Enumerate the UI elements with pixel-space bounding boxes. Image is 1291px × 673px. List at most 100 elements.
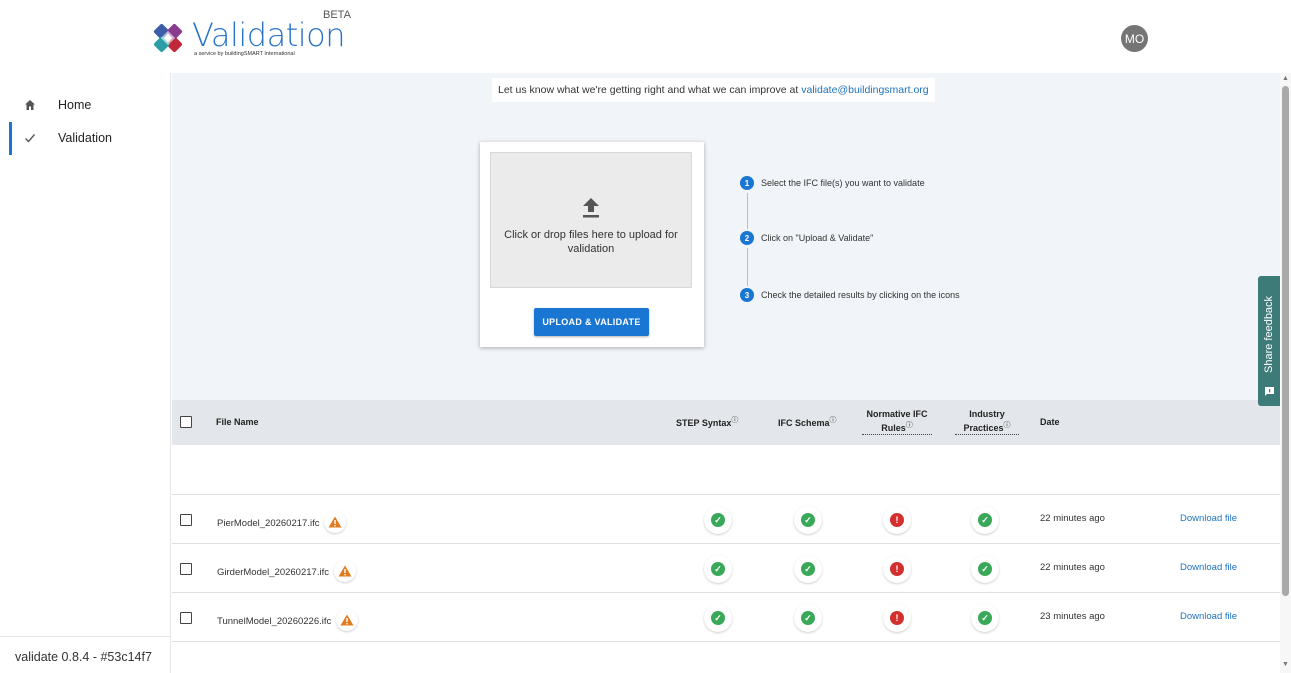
download-file-link[interactable]: Download file [1180,562,1237,573]
download-file-link[interactable]: Download file [1180,611,1237,622]
industry-practices-status[interactable]: ✓ [971,604,999,632]
warning-icon[interactable] [333,560,356,582]
file-name: TunnelModel_20260226.ifc [217,615,332,627]
step-3: 3 Check the detailed results by clicking… [740,288,960,302]
feedback-text: Let us know what we're getting right and… [498,84,799,96]
ifc-schema-status[interactable]: ✓ [794,604,822,632]
step-number: 2 [740,231,754,245]
version-label: validate 0.8.4 - #53c14f7 [0,636,170,673]
error-circle-icon: ! [890,513,904,527]
column-step-syntax[interactable]: STEP Syntaxⓘ [676,415,738,429]
column-industry-practices[interactable]: Industry Practicesⓘ [955,409,1019,435]
table-row[interactable]: GirderModel_20260217.ifc ✓ ✓ ! ✓ 22 minu… [172,544,1280,593]
sidebar-item-label: Validation [58,131,112,145]
row-checkbox[interactable] [180,563,192,575]
file-name: GirderModel_20260217.ifc [217,566,329,578]
home-icon [23,99,37,111]
upload-validate-button[interactable]: UPLOAD & VALIDATE [534,308,649,336]
page-scrollbar[interactable]: ▲ ▼ [1280,73,1291,673]
upload-section: Let us know what we're getting right and… [172,73,1280,400]
step-text: Select the IFC file(s) you want to valid… [761,178,925,188]
upload-date: 23 minutes ago [1040,611,1105,622]
file-name-cell: TunnelModel_20260226.ifc [217,609,359,631]
row-checkbox[interactable] [180,514,192,526]
logo-subtitle: a service by buildingSMART International [194,51,295,57]
step-syntax-status[interactable]: ✓ [704,555,732,583]
warning-icon[interactable] [324,511,347,533]
check-circle-icon: ✓ [978,611,992,625]
drop-zone-text: Click or drop files here to upload for v… [504,229,678,255]
check-circle-icon: ✓ [801,562,815,576]
column-ifc-schema[interactable]: IFC Schemaⓘ [778,415,837,429]
step-text: Check the detailed results by clicking o… [761,290,960,300]
column-label: IFC Schema [778,418,830,428]
sidebar-item-validation[interactable]: Validation [0,122,170,155]
upload-date: 22 minutes ago [1040,562,1105,573]
step-text: Click on "Upload & Validate" [761,233,874,243]
chat-bubble-icon [1264,384,1275,396]
error-circle-icon: ! [890,562,904,576]
column-label: Rules [881,423,906,433]
upload-icon [581,196,601,220]
upload-card: Click or drop files here to upload for v… [480,142,704,347]
logo-title: Validation [192,16,346,54]
select-all-checkbox[interactable] [180,416,192,428]
normative-rules-status[interactable]: ! [883,604,911,632]
check-circle-icon: ✓ [711,562,725,576]
share-feedback-tab[interactable]: Share feedback [1258,276,1280,406]
column-label: Normative IFC [866,409,928,419]
step-connector [747,193,748,229]
sidebar: Home Validation validate 0.8.4 - #53c14f… [0,73,171,673]
step-2: 2 Click on "Upload & Validate" [740,231,873,245]
normative-rules-status[interactable]: ! [883,506,911,534]
step-number: 1 [740,176,754,190]
sidebar-item-label: Home [58,98,92,112]
buildingsmart-logo-icon [148,18,188,58]
scroll-up-icon[interactable]: ▲ [1282,75,1289,82]
ifc-schema-status[interactable]: ✓ [794,555,822,583]
beta-badge: BETA [323,9,351,21]
file-name: PierModel_20260217.ifc [217,517,320,529]
info-icon[interactable]: ⓘ [731,417,738,424]
normative-rules-status[interactable]: ! [883,555,911,583]
info-icon[interactable]: ⓘ [830,417,837,424]
step-number: 3 [740,288,754,302]
check-circle-icon: ✓ [711,513,725,527]
error-circle-icon: ! [890,611,904,625]
industry-practices-status[interactable]: ✓ [971,506,999,534]
info-icon[interactable]: ⓘ [1004,422,1011,429]
validation-logo[interactable]: Validation a service by buildingSMART In… [148,16,346,58]
industry-practices-status[interactable]: ✓ [971,555,999,583]
ifc-schema-status[interactable]: ✓ [794,506,822,534]
file-name-cell: PierModel_20260217.ifc [217,511,347,533]
sidebar-item-home[interactable]: Home [0,90,170,120]
scroll-down-icon[interactable]: ▼ [1282,661,1289,668]
table-row[interactable]: TunnelModel_20260226.ifc ✓ ✓ ! ✓ 23 minu… [172,593,1280,642]
file-name-cell: GirderModel_20260217.ifc [217,560,356,582]
check-circle-icon: ✓ [801,611,815,625]
row-checkbox[interactable] [180,612,192,624]
step-1: 1 Select the IFC file(s) you want to val… [740,176,925,190]
user-avatar[interactable]: MO [1121,25,1148,52]
column-label: Practices [963,423,1004,433]
upload-date: 22 minutes ago [1040,513,1105,524]
column-file-name[interactable]: File Name [216,417,259,428]
table-row[interactable]: PierModel_20260217.ifc ✓ ✓ ! ✓ 22 minute… [172,495,1280,544]
step-syntax-status[interactable]: ✓ [704,506,732,534]
check-circle-icon: ✓ [801,513,815,527]
feedback-email-link[interactable]: validate@buildingsmart.org [801,84,928,96]
info-icon[interactable]: ⓘ [906,422,913,429]
column-normative-rules[interactable]: Normative IFC Rulesⓘ [862,409,932,435]
column-date[interactable]: Date [1040,417,1060,428]
column-label: Industry [969,409,1005,419]
table-header: File Name STEP Syntaxⓘ IFC Schemaⓘ Norma… [172,400,1280,445]
warning-icon[interactable] [336,609,359,631]
step-syntax-status[interactable]: ✓ [704,604,732,632]
app-header: Validation a service by buildingSMART In… [0,0,1291,73]
column-label: STEP Syntax [676,418,732,428]
step-connector [747,248,748,286]
check-circle-icon: ✓ [711,611,725,625]
download-file-link[interactable]: Download file [1180,513,1237,524]
scroll-thumb[interactable] [1282,86,1289,596]
file-drop-zone[interactable]: Click or drop files here to upload for v… [490,152,692,288]
